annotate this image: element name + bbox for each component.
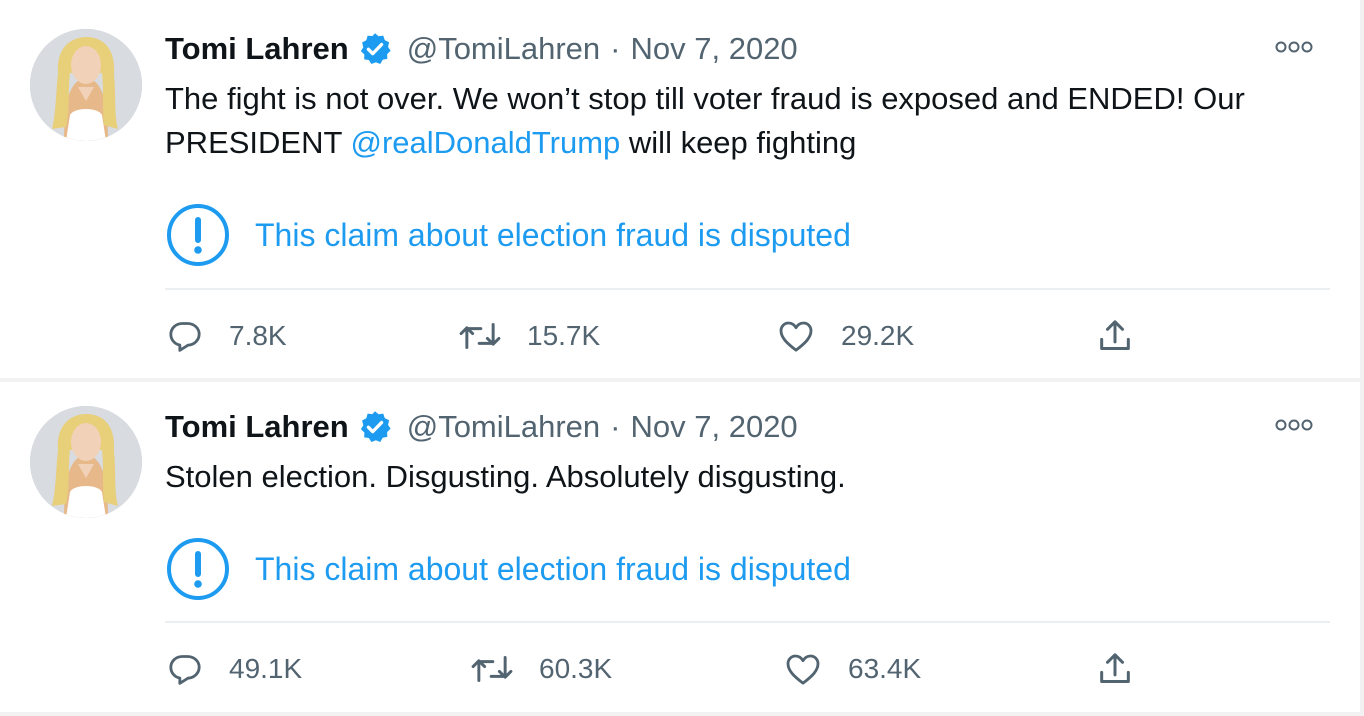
retweet-icon xyxy=(459,323,501,349)
more-options-button[interactable] xyxy=(1274,415,1314,435)
verified-badge-icon xyxy=(357,31,393,67)
author-handle[interactable]: @TomiLahren xyxy=(407,409,600,445)
reply-button[interactable]: 7.8K xyxy=(165,314,287,358)
tweet-text: The fight is not over. We won’t stop til… xyxy=(165,77,1335,165)
heart-icon xyxy=(786,654,820,685)
heart-icon xyxy=(779,321,813,352)
more-options-button[interactable] xyxy=(1274,37,1314,57)
retweet-count: 60.3K xyxy=(539,653,613,684)
tweet-text: Stolen election. Disgusting. Absolutely … xyxy=(165,459,846,494)
disputed-claim-text[interactable]: This claim about election fraud is dispu… xyxy=(255,217,851,254)
like-button[interactable]: 63.4K xyxy=(782,647,921,691)
reply-button[interactable]: 49.1K xyxy=(165,647,302,691)
reply-icon xyxy=(169,322,201,352)
separator-dot: · xyxy=(610,31,621,66)
separator-dot: · xyxy=(610,409,621,444)
mention-link[interactable]: @realDonaldTrump xyxy=(350,125,620,160)
reply-count: 7.8K xyxy=(229,320,287,351)
author-handle[interactable]: @TomiLahren xyxy=(407,31,600,67)
like-button[interactable]: 29.2K xyxy=(775,314,914,358)
avatar[interactable] xyxy=(30,29,142,141)
like-count: 29.2K xyxy=(841,320,915,351)
author-name[interactable]: Tomi Lahren xyxy=(165,409,349,445)
tweet-date[interactable]: Nov 7, 2020 xyxy=(631,31,798,67)
tweet-header: Tomi Lahren @TomiLahren · Nov 7, 2020 xyxy=(165,29,798,69)
tweet-date[interactable]: Nov 7, 2020 xyxy=(631,409,798,445)
exclamation-circle-icon xyxy=(167,538,229,600)
exclamation-circle-icon xyxy=(167,204,229,266)
like-count: 63.4K xyxy=(848,653,922,684)
share-button[interactable] xyxy=(1095,647,1135,691)
retweet-icon xyxy=(471,656,513,682)
verified-badge-icon xyxy=(357,409,393,445)
share-icon xyxy=(1100,653,1130,683)
disputed-claim-notice[interactable]: This claim about election fraud is dispu… xyxy=(165,536,851,602)
avatar[interactable] xyxy=(30,406,142,518)
divider xyxy=(165,288,1330,290)
tweet-text-part: will keep fighting xyxy=(620,125,857,160)
share-button[interactable] xyxy=(1095,314,1135,358)
more-options-icon xyxy=(1275,41,1313,53)
divider xyxy=(165,621,1330,623)
retweet-button[interactable]: 15.7K xyxy=(457,314,600,358)
retweet-count: 15.7K xyxy=(527,320,601,351)
more-options-icon xyxy=(1275,419,1313,431)
disputed-claim-text[interactable]: This claim about election fraud is dispu… xyxy=(255,551,851,588)
reply-count: 49.1K xyxy=(229,653,303,684)
author-name[interactable]: Tomi Lahren xyxy=(165,31,349,67)
share-icon xyxy=(1100,320,1130,350)
reply-icon xyxy=(169,655,201,685)
avatar-image xyxy=(30,406,142,518)
retweet-button[interactable]: 60.3K xyxy=(469,647,612,691)
tweet-header: Tomi Lahren @TomiLahren · Nov 7, 2020 xyxy=(165,407,798,447)
disputed-claim-notice[interactable]: This claim about election fraud is dispu… xyxy=(165,202,851,268)
avatar-image xyxy=(30,29,142,141)
